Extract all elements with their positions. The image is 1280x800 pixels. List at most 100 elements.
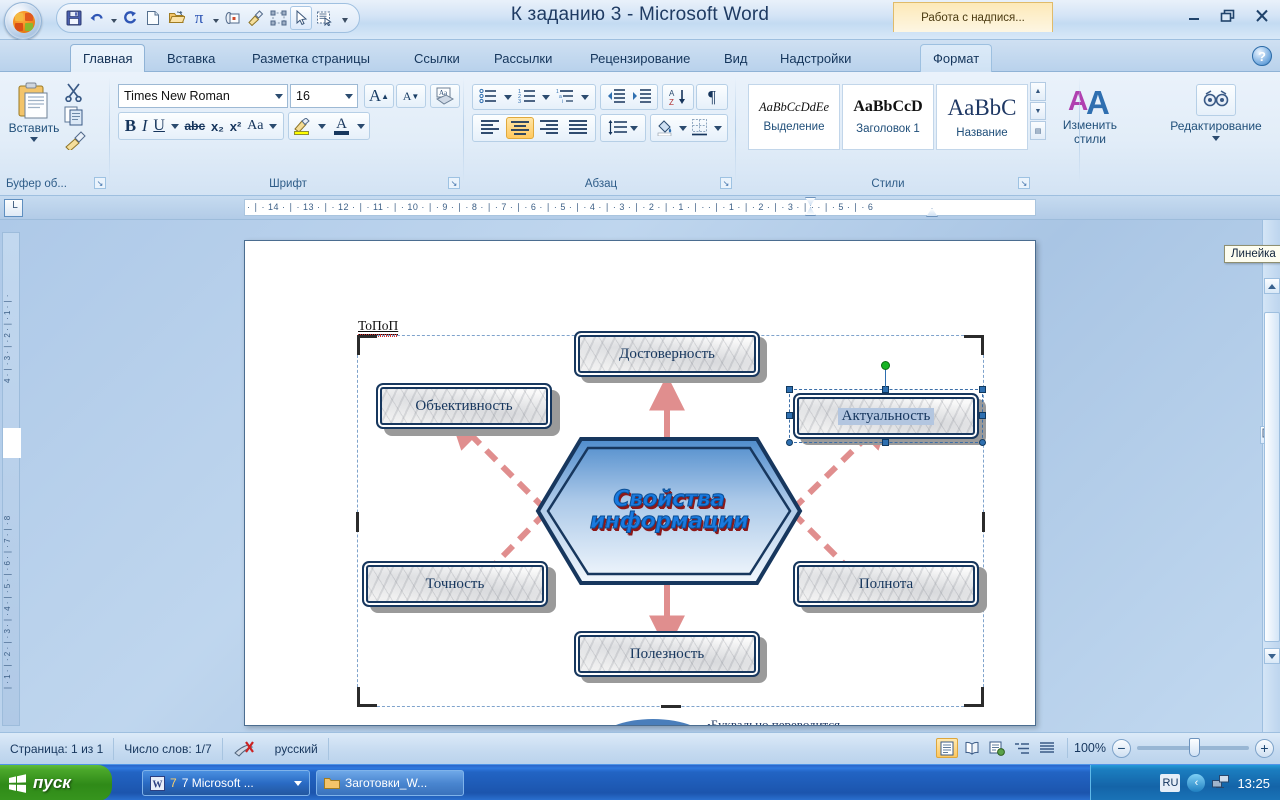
line-spacing-button[interactable] [600,114,646,142]
undo-icon[interactable] [86,6,108,30]
align-right-button[interactable] [536,117,562,140]
resize-handle-e[interactable] [979,412,986,419]
shading-dropdown-icon[interactable] [679,126,687,131]
tab-page-layout[interactable]: Разметка страницы [240,44,382,72]
resize-handle-nw[interactable] [786,386,793,393]
zoom-out-button[interactable]: − [1112,739,1131,758]
highlight-dropdown-icon[interactable] [318,124,326,129]
status-page[interactable]: Страница: 1 из 1 [0,738,114,760]
full-screen-reading-view-icon[interactable] [961,738,983,758]
clipboard-dialog-launcher[interactable]: ↘ [94,177,106,189]
format-painter-button[interactable] [64,130,86,153]
select-objects-icon[interactable] [313,6,335,30]
editing-button[interactable]: Редактирование [1184,84,1248,141]
draft-view-icon[interactable] [1036,738,1058,758]
network-icon[interactable] [1212,774,1230,793]
bullets-dropdown-icon[interactable] [504,95,512,100]
italic-button[interactable]: I [142,116,148,136]
font-name-combo[interactable]: Times New Roman [118,84,288,108]
shading-button[interactable] [656,118,674,139]
justify-button[interactable] [565,117,591,140]
redo-icon[interactable] [119,6,141,30]
tab-view[interactable]: Вид [712,44,760,72]
new-document-icon[interactable] [142,6,164,30]
vertical-scrollbar[interactable] [1262,220,1280,732]
copy-button[interactable] [64,106,86,129]
font-color-dropdown-icon[interactable] [357,124,365,129]
editing-dropdown-icon[interactable] [1212,136,1220,141]
taskbar-item-folder[interactable]: Заготовки_W... [316,770,464,796]
status-word-count[interactable]: Число слов: 1/7 [114,738,222,760]
resize-handle-n[interactable] [882,386,889,393]
decrease-indent-button[interactable] [606,88,626,107]
bullets-button[interactable] [479,88,497,107]
resize-handle-w[interactable] [786,412,793,419]
group-objects-icon[interactable] [267,6,289,30]
horizontal-ruler-track[interactable]: · ∣ · 14 · ∣ · 13 · ∣ · 12 · ∣ · 11 · ∣ … [244,199,1036,216]
line-spacing-dropdown-icon[interactable] [630,126,638,131]
taskbar-item-word[interactable]: W 7 7 Microsoft ... [142,770,310,796]
node-tochnost[interactable]: Точность [362,561,548,607]
equation-dropdown-icon[interactable] [211,6,220,30]
borders-button[interactable] [691,118,709,139]
multilevel-dropdown-icon[interactable] [581,95,589,100]
styles-scroll-down[interactable]: ▼ [1030,102,1046,121]
close-button[interactable] [1250,6,1274,26]
strikethrough-button[interactable]: abc [184,119,205,133]
zoom-level[interactable]: 100% [1074,741,1106,755]
tab-insert[interactable]: Вставка [155,44,227,72]
grow-font-button[interactable]: A▲ [364,84,394,108]
subscript-button[interactable]: x₂ [211,119,224,134]
taskbar-dropdown-icon[interactable] [294,781,302,786]
resize-handle-se[interactable] [979,439,986,446]
restore-button[interactable] [1216,6,1240,26]
zoom-slider-thumb[interactable] [1189,738,1200,757]
style-item-1[interactable]: AaBbCcD Заголовок 1 [842,84,934,150]
change-case-dropdown-icon[interactable] [269,124,277,129]
status-proofing-icon[interactable] [223,738,265,760]
tab-references[interactable]: Ссылки [402,44,472,72]
underline-dropdown-icon[interactable] [171,124,179,129]
style-item-0[interactable]: AaBbCcDdEe Выделение [748,84,840,150]
format-painter-icon[interactable] [244,6,266,30]
horizontal-ruler[interactable]: └ · ∣ · 14 · ∣ · 13 · ∣ · 12 · ∣ · 11 · … [0,196,1280,220]
help-icon[interactable]: ? [1252,46,1272,66]
sort-button[interactable]: AZ [662,84,694,110]
qat-overflow-icon[interactable] [340,6,349,30]
font-dialog-launcher[interactable]: ↘ [448,177,460,189]
clock[interactable]: 13:25 [1237,776,1270,791]
tab-review[interactable]: Рецензирование [578,44,702,72]
find-icon[interactable] [1196,84,1236,116]
language-indicator[interactable]: RU [1160,774,1180,792]
tab-mailings[interactable]: Рассылки [482,44,564,72]
zoom-in-button[interactable]: + [1255,739,1274,758]
web-layout-view-icon[interactable] [986,738,1008,758]
outline-view-icon[interactable] [1011,738,1033,758]
paste-button[interactable]: Вставить [12,82,56,152]
zoom-slider[interactable] [1137,746,1249,750]
styles-scroll-up[interactable]: ▲ [1030,82,1046,101]
tab-format[interactable]: Формат [920,44,992,72]
font-color-button[interactable]: A [334,118,349,135]
document-page[interactable]: ТоПоП [244,240,1036,726]
rotate-handle[interactable] [881,361,890,370]
node-obektivnost[interactable]: Объективность [376,383,552,429]
scroll-down-button[interactable] [1264,648,1280,664]
node-polnota[interactable]: Полнота [793,561,979,607]
tab-stop-selector[interactable]: └ [4,199,23,217]
resize-handle-s[interactable] [882,439,889,446]
paste-dropdown-icon[interactable] [30,137,38,142]
increase-indent-button[interactable] [632,88,652,107]
font-size-combo[interactable]: 16 [290,84,358,108]
start-button[interactable]: пуск [0,765,112,800]
styles-more[interactable]: ▤ [1030,121,1046,140]
resize-handle-ne[interactable] [979,386,986,393]
status-language[interactable]: русский [265,738,329,760]
borders-dropdown-icon[interactable] [714,126,722,131]
open-folder-icon[interactable] [165,6,187,30]
select-pointer-icon[interactable] [290,6,312,30]
shrink-font-button[interactable]: A▼ [396,84,426,108]
undo-dropdown-icon[interactable] [109,6,118,30]
print-layout-view-icon[interactable] [936,738,958,758]
save-icon[interactable] [63,6,85,30]
